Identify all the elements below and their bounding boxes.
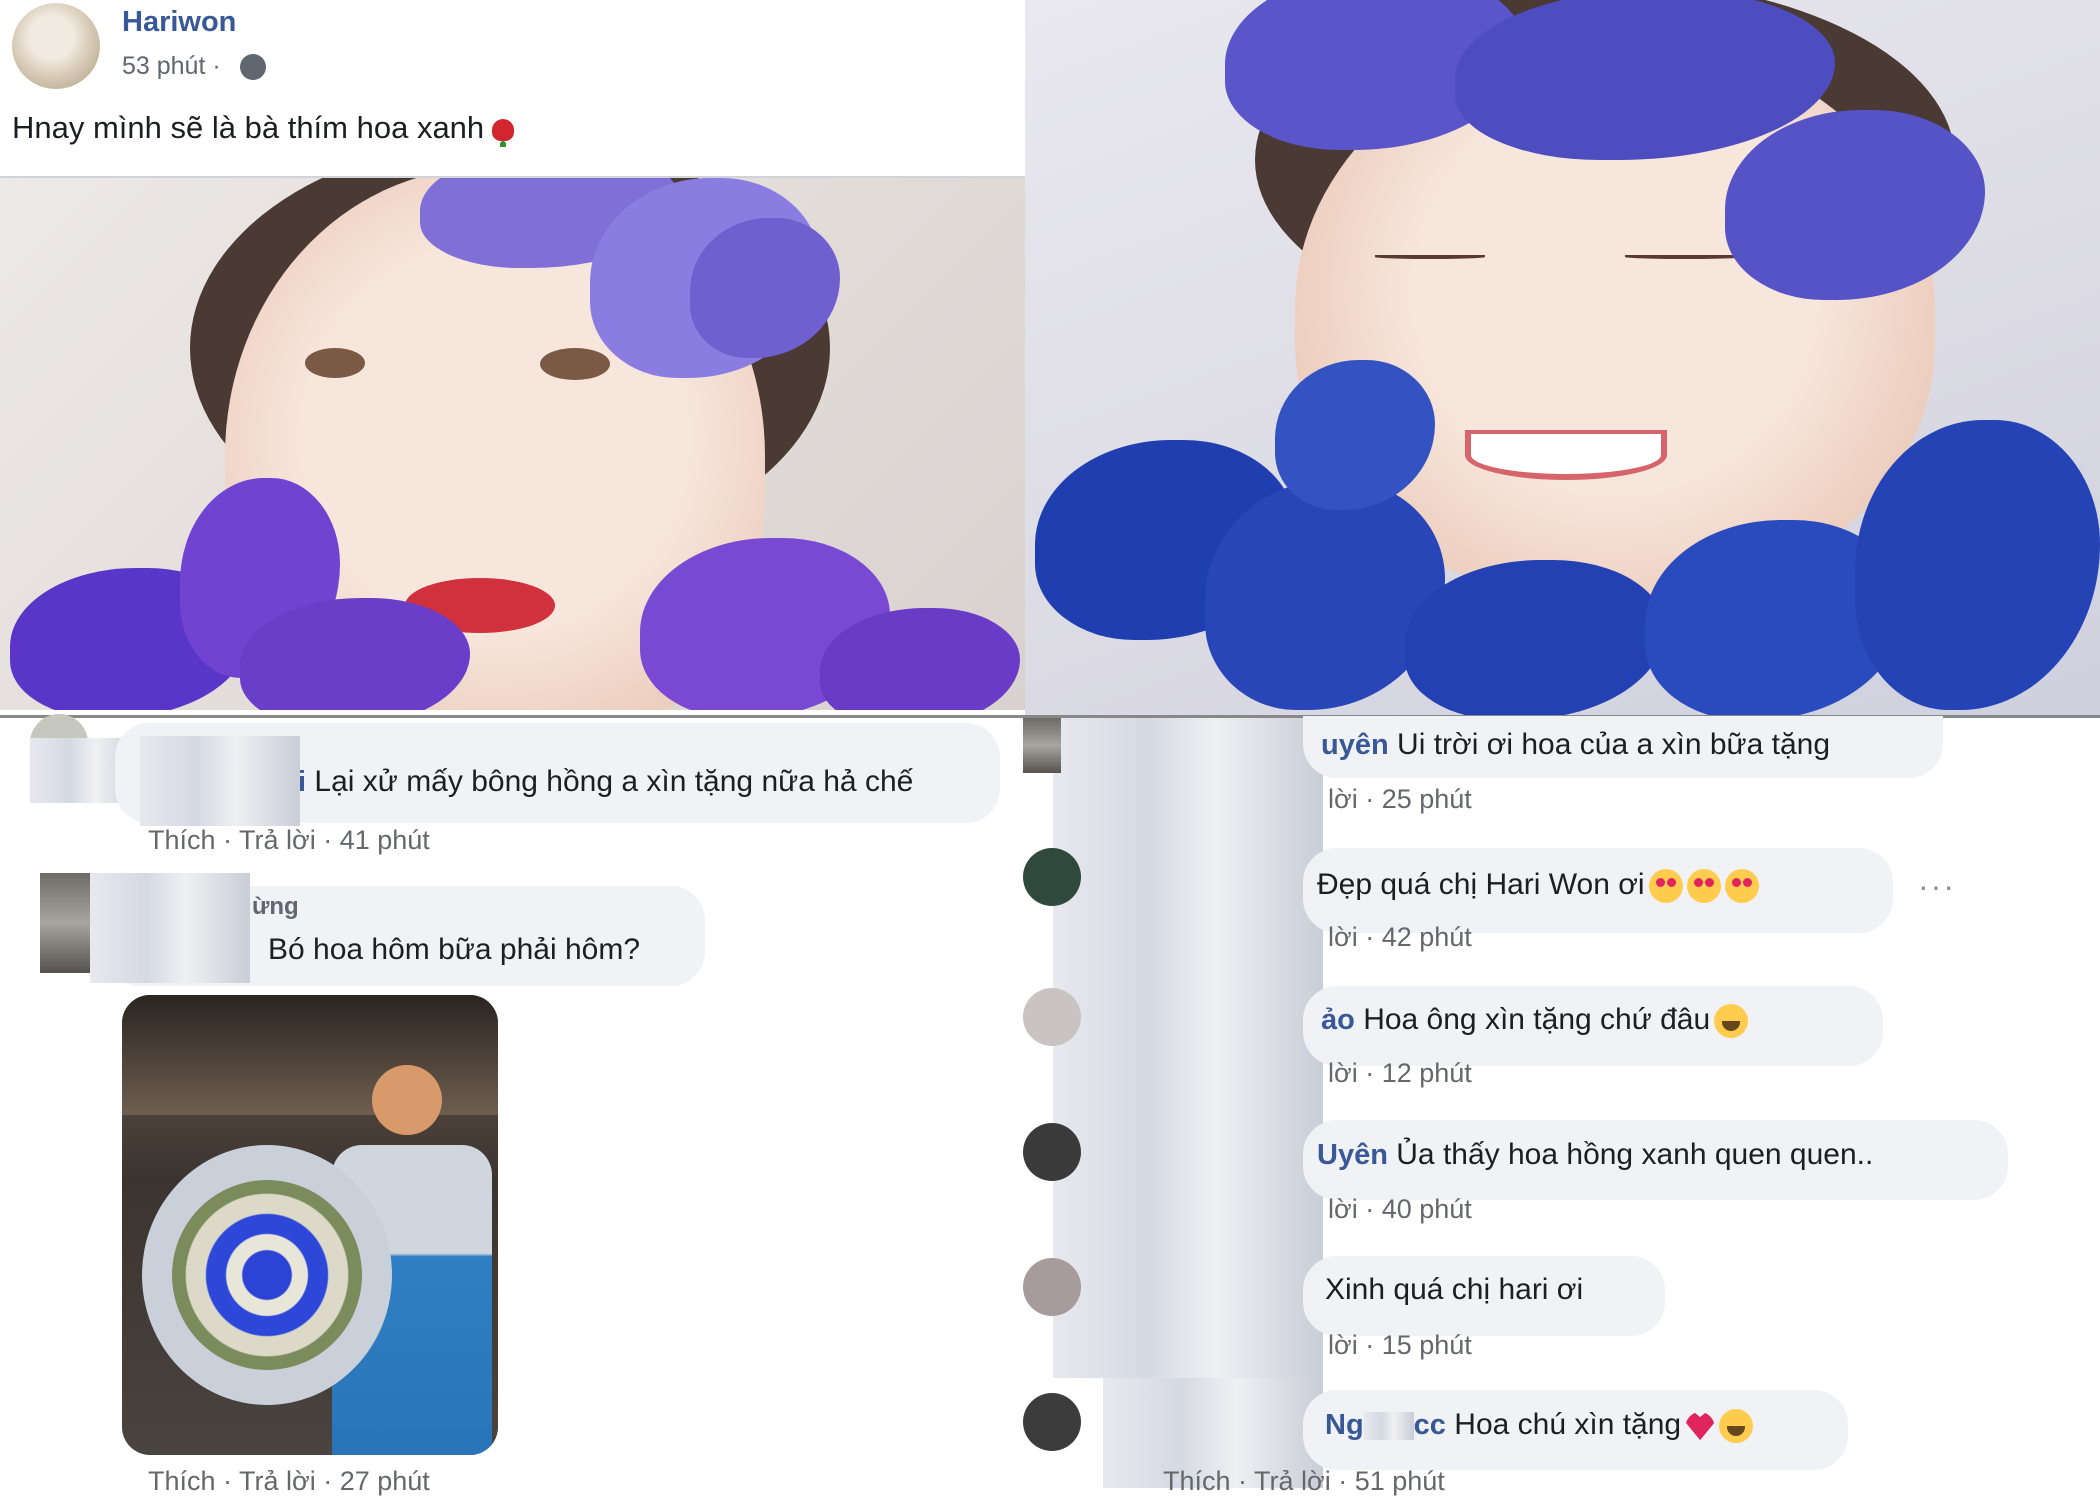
laughing-icon <box>1719 1409 1754 1444</box>
commenter-name[interactable]: Uyên <box>1317 1139 1388 1171</box>
comments-panel-right: uyên Ui trời ơi hoa của a xìn bữa tặng l… <box>1003 715 2100 1503</box>
comment-actions[interactable]: lời · 25 phút <box>1328 784 1472 815</box>
commenter-name[interactable]: i <box>298 766 306 798</box>
commenter-avatar[interactable] <box>1023 718 1061 773</box>
eye-left <box>1375 255 1485 259</box>
petal <box>1725 110 1985 300</box>
post-timestamp[interactable]: 53 phút · <box>122 52 221 81</box>
commenter-avatar[interactable] <box>1023 1258 1081 1316</box>
comment-text: Đẹp quá chị Hari Won ơi <box>1317 868 1759 904</box>
blurred-name <box>90 873 250 983</box>
poster-name[interactable]: Hariwon <box>122 6 236 39</box>
comment-text: Uyên Ủa thấy hoa hồng xanh quen quen.. <box>1317 1138 1873 1172</box>
heart-eyes-icon <box>1686 869 1721 904</box>
commenter-avatar[interactable] <box>1023 1123 1081 1181</box>
blurred-name-part <box>1363 1412 1414 1441</box>
commenter-name[interactable]: ảo <box>1321 1004 1355 1036</box>
heart-icon <box>1685 1412 1716 1441</box>
post-photo-left[interactable] <box>0 178 1025 710</box>
comment-text: ảo Hoa ông xìn tặng chứ đâu <box>1321 1003 1749 1039</box>
comment-text: i Lại xử mấy bông hồng a xìn tặng nữa hả… <box>298 765 913 799</box>
rose-icon <box>492 118 515 141</box>
commenter-name-fragment: ừng <box>252 893 299 921</box>
poster-avatar[interactable] <box>12 3 100 89</box>
post-header: Hariwon 53 phút · Hnay mình sẽ là bà thí… <box>0 0 1025 178</box>
commenter-name-suffix[interactable]: cc <box>1414 1409 1446 1441</box>
comment-actions[interactable]: lời · 40 phút <box>1328 1194 1472 1225</box>
globe-icon <box>240 54 266 80</box>
person-head <box>372 1065 442 1135</box>
eye-left <box>305 348 365 378</box>
commenter-name[interactable]: Ng <box>1325 1409 1364 1441</box>
comment-body: Ủa thấy hoa hồng xanh quen quen.. <box>1396 1138 1874 1171</box>
comment-body: Hoa ông xìn tặng chứ đâu <box>1363 1003 1711 1036</box>
comment-text: Ng cc Hoa chú xìn tặng <box>1325 1408 1754 1444</box>
comment-body: Đẹp quá chị Hari Won ơi <box>1317 868 1645 901</box>
eye-right <box>1625 255 1745 259</box>
heart-eyes-icon <box>1648 869 1683 904</box>
comment-body: Bó hoa hôm bữa phải hôm? <box>268 933 640 966</box>
blue-roses <box>172 1180 362 1370</box>
commenter-avatar[interactable] <box>1023 848 1081 906</box>
commenter-avatar[interactable] <box>40 873 90 973</box>
commenter-name[interactable]: uyên <box>1321 729 1389 761</box>
comment-body: Hoa chú xìn tặng <box>1454 1408 1682 1441</box>
commenter-name[interactable]: ừng <box>252 893 299 920</box>
comment-body: Xinh quá chị hari ơi <box>1325 1273 1584 1306</box>
comment-actions[interactable]: lời · 12 phút <box>1328 1058 1472 1089</box>
commenter-avatar[interactable] <box>1023 988 1081 1046</box>
post-photo-right[interactable] <box>1025 0 2100 715</box>
comment-actions[interactable]: lời · 15 phút <box>1328 1330 1472 1361</box>
rolling-laughing-icon <box>1714 1004 1749 1039</box>
post-text: Hnay mình sẽ là bà thím hoa xanh <box>12 110 515 146</box>
comment-actions[interactable]: Thích · Trả lời · 51 phút <box>1163 1466 1445 1497</box>
comments-panel-left: i Lại xử mấy bông hồng a xìn tặng nữa hả… <box>0 714 1007 1503</box>
post-caption: Hnay mình sẽ là bà thím hoa xanh <box>12 110 485 145</box>
comment-body: Ui trời ơi hoa của a xìn bữa tặng <box>1397 728 1831 761</box>
comment-attached-photo[interactable] <box>122 995 498 1455</box>
more-options-icon[interactable]: ··· <box>1918 868 1956 905</box>
heart-eyes-icon <box>1724 869 1759 904</box>
comment-body: Lại xử mấy bông hồng a xìn tặng nữa hả c… <box>314 765 914 798</box>
blurred-names-strip <box>1053 718 1323 1378</box>
blurred-name <box>140 736 300 826</box>
petal <box>1855 420 2100 710</box>
commenter-avatar[interactable] <box>1023 1393 1081 1451</box>
comment-text: uyên Ui trời ơi hoa của a xìn bữa tặng <box>1321 728 1830 762</box>
smile <box>1465 430 1667 480</box>
comment-actions[interactable]: lời · 42 phút <box>1328 922 1472 953</box>
eye-right <box>540 348 610 380</box>
comment-actions[interactable]: Thích · Trả lời · 27 phút <box>148 1466 430 1497</box>
comment-actions[interactable]: Thích · Trả lời · 41 phút <box>148 825 430 856</box>
